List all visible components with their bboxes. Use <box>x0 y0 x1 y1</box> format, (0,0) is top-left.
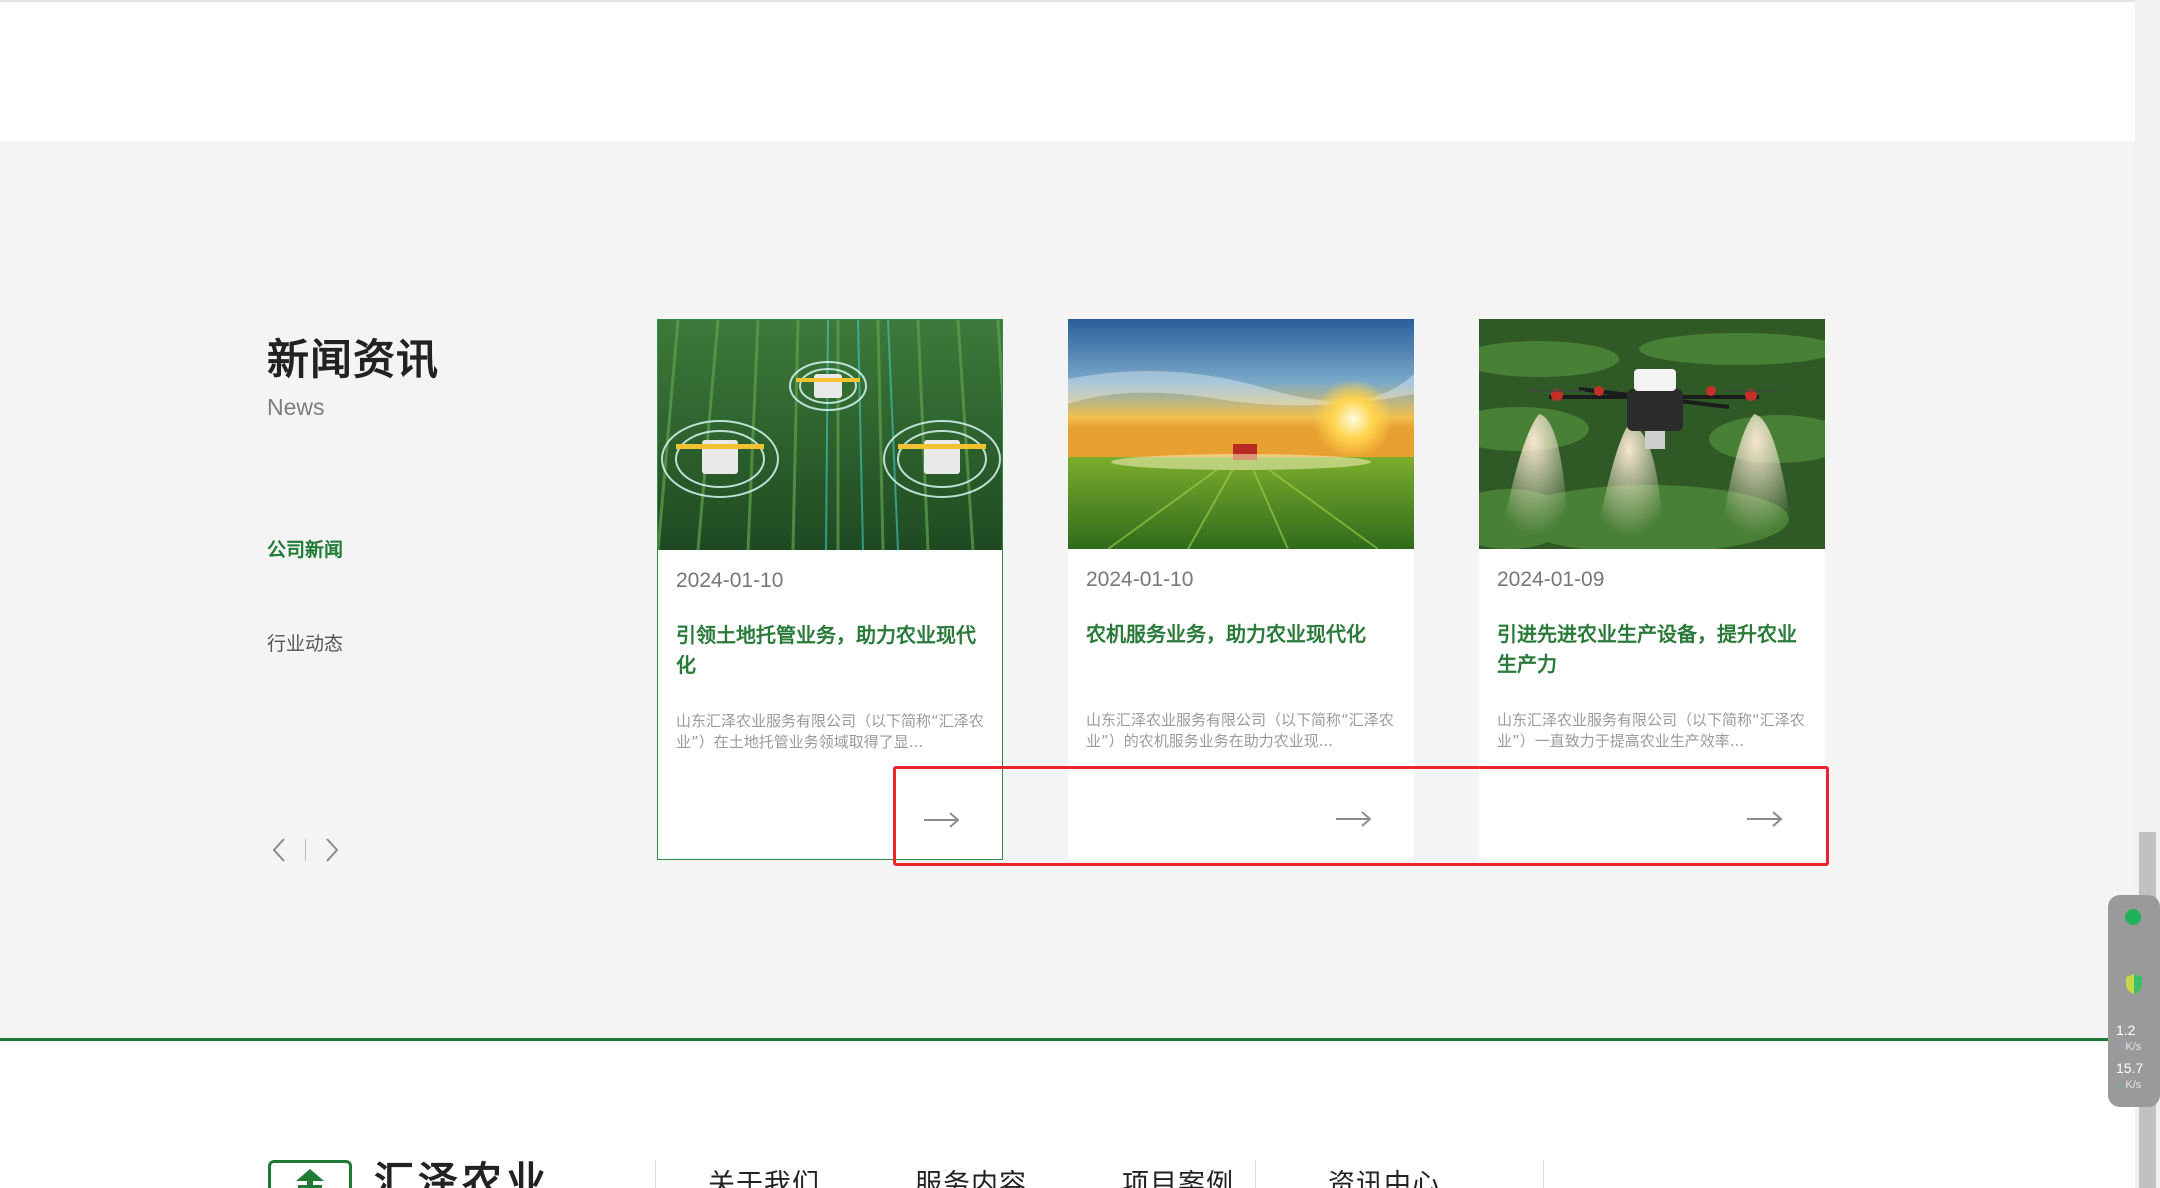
section-title: 新闻资讯 <box>267 335 440 384</box>
news-desc: 山东汇泽农业服务有限公司（以下简称“汇泽农业”）的农机服务业务在助力农业现... <box>1086 711 1394 750</box>
download-arrow-icon: ↓ <box>2116 1079 2122 1091</box>
upload-arrow-icon: ↑ <box>2116 1041 2122 1053</box>
news-desc: 山东汇泽农业服务有限公司（以下简称“汇泽农业”）在土地托管业务领域取得了显... <box>676 712 984 751</box>
footer-logo[interactable]: 汇泽农业 <box>268 1160 550 1188</box>
section-subtitle: News <box>267 394 325 420</box>
news-date: 2024-01-10 <box>676 569 784 592</box>
highlight-box <box>893 766 1829 866</box>
news-title[interactable]: 引进先进农业生产设备，提升农业生产力 <box>1497 619 1807 679</box>
upload-speed-unit: K/s <box>2125 1041 2142 1053</box>
arrow-right-icon[interactable] <box>318 834 346 866</box>
download-speed: 15.7 ↓ K/s <box>2116 1061 2154 1093</box>
news-title[interactable]: 引领土地托管业务，助力农业现代化 <box>676 620 986 680</box>
news-title[interactable]: 农机服务业务，助力农业现代化 <box>1086 619 1396 649</box>
news-image-drone[interactable] <box>1479 319 1825 549</box>
news-desc: 山东汇泽农业服务有限公司（以下简称“汇泽农业”）一直致力于提高农业生产效率... <box>1497 711 1805 750</box>
footer-nav-services[interactable]: 服务内容 <box>915 1162 1027 1188</box>
status-dot-icon <box>2125 909 2141 925</box>
news-image-tractors[interactable] <box>658 320 1002 550</box>
news-image-sunset[interactable] <box>1068 319 1414 549</box>
logo-icon <box>268 1160 352 1188</box>
carousel-pager <box>265 834 346 866</box>
footer-nav-news[interactable]: 资讯中心 <box>1328 1162 1440 1188</box>
footer-separator <box>1543 1160 1544 1188</box>
arrow-left-icon[interactable] <box>265 834 293 866</box>
network-speed-widget[interactable]: 1.2 ↑ K/s 15.7 ↓ K/s <box>2108 895 2160 1107</box>
category-industry-news[interactable]: 行业动态 <box>267 629 343 656</box>
footer-separator <box>1255 1160 1256 1188</box>
footer-separator <box>655 1160 656 1188</box>
shield-icon <box>2125 973 2143 995</box>
footer-nav-about[interactable]: 关于我们 <box>708 1162 820 1188</box>
logo-text: 汇泽农业 <box>374 1158 550 1188</box>
news-date: 2024-01-09 <box>1497 568 1605 591</box>
category-company-news[interactable]: 公司新闻 <box>267 535 343 562</box>
upload-speed-value: 1.2 <box>2116 1022 2136 1038</box>
top-band <box>0 0 2135 141</box>
pager-divider <box>305 839 306 861</box>
news-date: 2024-01-10 <box>1086 568 1194 591</box>
download-speed-value: 15.7 <box>2116 1060 2144 1076</box>
footer-nav-cases[interactable]: 项目案例 <box>1122 1162 1234 1188</box>
upload-speed: 1.2 ↑ K/s <box>2116 1023 2154 1055</box>
download-speed-unit: K/s <box>2125 1079 2142 1091</box>
